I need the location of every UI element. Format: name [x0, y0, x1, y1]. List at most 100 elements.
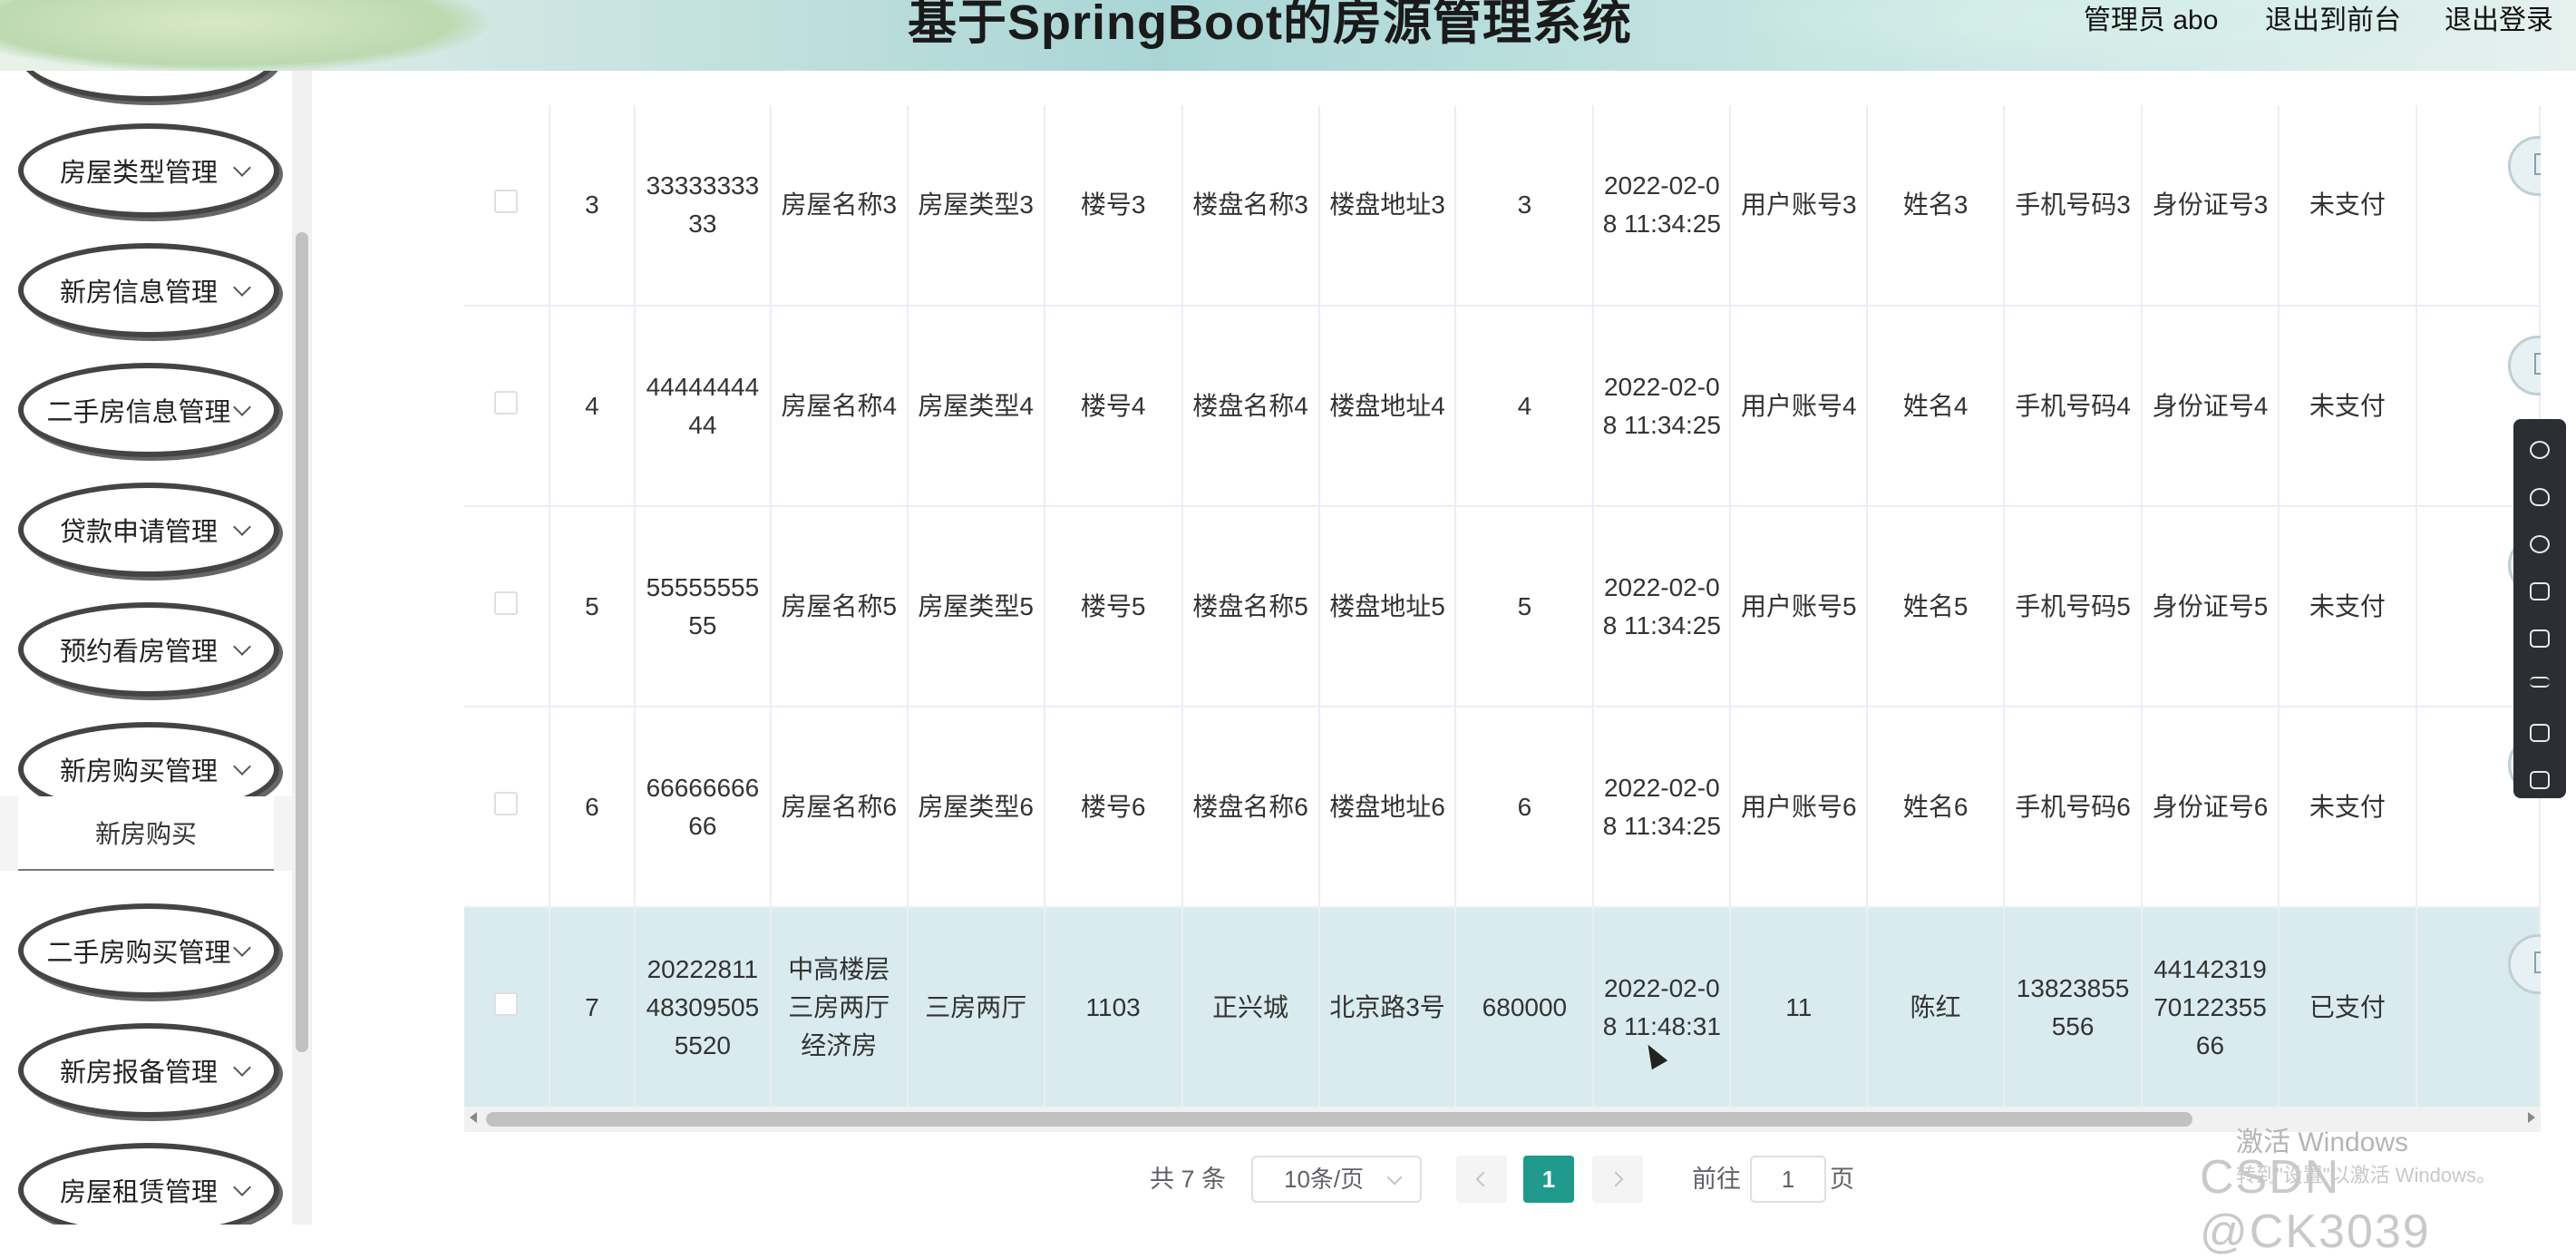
chevron-down-icon: [233, 398, 251, 416]
horizontal-scrollbar-thumb[interactable]: [486, 1112, 2192, 1127]
sidebar-scrollbar-thumb[interactable]: [296, 232, 308, 1052]
cell-estate-name: 楼盘名称4: [1181, 306, 1320, 507]
cell-status: 未支付: [2278, 506, 2417, 708]
cell-house-type: 房屋类型6: [907, 707, 1045, 908]
cell-house-name: 房屋名称3: [770, 105, 909, 307]
logout-link[interactable]: 退出登录: [2445, 2, 2553, 40]
sidebar-item-label: 二手房购买管理: [46, 939, 231, 968]
cell-estate-address: 楼盘地址4: [1318, 306, 1457, 507]
cell-id-card: 身份证号3: [2142, 105, 2280, 307]
sidebar-item-loan[interactable]: 贷款申请管理: [18, 483, 279, 577]
checkbox-icon[interactable]: [494, 791, 519, 815]
data-table: 3 3333333333 房屋名称3 房屋类型3 楼号3 楼盘名称3 楼盘地址3 3 2022-…: [464, 71, 2541, 1107]
sidebar-item-report[interactable]: 新房报备管理: [18, 1023, 279, 1117]
sidebar-item-label: 新房信息管理: [59, 278, 218, 307]
table-row[interactable]: 3 3333333333 房屋名称3 房屋类型3 楼号3 楼盘名称3 楼盘地址3 3 2022-…: [464, 105, 2541, 307]
cell-order-no: 20222811483095055520: [634, 907, 772, 1107]
sidebar-item-label: 新房购买管理: [59, 757, 218, 786]
cell-account: 用户账号4: [1730, 306, 1869, 507]
table-row[interactable]: 6 6666666666 房屋名称6 房屋类型6 楼号6 楼盘名称6 楼盘地址6 6 2022-…: [464, 707, 2541, 908]
translate-icon[interactable]: [2530, 724, 2550, 742]
cell-index: 4: [549, 306, 636, 507]
camera-icon[interactable]: [2530, 771, 2550, 789]
cell-building-no: 楼号3: [1044, 105, 1183, 307]
prev-page-button[interactable]: [1456, 1156, 1507, 1203]
cell-id-card: 身份证号5: [2142, 506, 2280, 708]
cell-estate-name: 楼盘名称5: [1181, 506, 1320, 708]
cell-estate-address: 楼盘地址3: [1318, 105, 1457, 307]
sidebar-item-label: 贷款申请管理: [59, 518, 218, 547]
submenu-new-purchase[interactable]: 新房购买: [18, 796, 274, 871]
current-user: 管理员 abo: [2084, 5, 2219, 35]
sidebar-item-rental[interactable]: 房屋租赁管理: [18, 1143, 279, 1225]
sidebar-item-partial[interactable]: [18, 71, 279, 102]
cell-index: 6: [549, 707, 636, 908]
back-to-front-link[interactable]: 退出到前台: [2265, 2, 2401, 40]
csdn-watermark: CSDN @CK3039: [2200, 1151, 2431, 1258]
cell-account: 用户账号3: [1730, 105, 1869, 307]
sidebar-item-new-house[interactable]: 新房信息管理: [18, 243, 279, 337]
cell-house-type: 房屋类型3: [907, 105, 1045, 307]
checkbox-icon[interactable]: [494, 590, 519, 615]
page-label: 页: [1830, 1166, 1854, 1193]
current-page-button[interactable]: 1: [1523, 1156, 1574, 1203]
sidebar-item-label: 房屋租赁管理: [59, 1178, 218, 1207]
cell-time: 2022-02-08 11:34:25: [1593, 306, 1732, 507]
cell-id-card: 441423197012235566: [2142, 907, 2280, 1107]
cell-phone: 手机号码6: [2004, 707, 2143, 908]
checkbox-icon[interactable]: [494, 190, 519, 213]
row-select-cell: [464, 907, 550, 1107]
checkbox-icon[interactable]: [494, 991, 519, 1016]
table-horizontal-scrollbar[interactable]: [464, 1107, 2541, 1132]
gauge-icon[interactable]: [2530, 535, 2550, 553]
row-select-cell: [464, 105, 550, 307]
cell-house-type: 房屋类型5: [907, 506, 1045, 708]
cell-name: 姓名4: [1867, 306, 2006, 507]
chevron-down-icon: [233, 1178, 251, 1196]
table-row[interactable]: 7 20222811483095055520 中高楼层三房两厅经济房 三房两厅 1103…: [464, 907, 2541, 1107]
cell-phone: 13823855556: [2004, 907, 2143, 1107]
cell-house-name: 房屋名称4: [770, 306, 909, 507]
cell-name: 姓名3: [1867, 105, 2006, 307]
header: 基于SpringBoot的房源管理系统 管理员 abo 退出到前台 退出登录: [0, 0, 2576, 71]
cell-order-no: 5555555555: [634, 506, 772, 708]
cell-price: 4: [1455, 306, 1595, 507]
cell-order-no: 4444444444: [634, 306, 772, 507]
video-icon[interactable]: [2530, 582, 2550, 600]
capture-icon[interactable]: [2530, 630, 2550, 648]
cell-building-no: 楼号4: [1044, 306, 1183, 507]
goto-page-input[interactable]: [1750, 1156, 1826, 1203]
sidebar: 房屋类型管理 新房信息管理 二手房信息管理 贷款申请管理 预约看房管理 新房购买…: [0, 71, 292, 1225]
flame-icon[interactable]: [2530, 488, 2550, 506]
row-select-cell: [464, 506, 550, 708]
scroll-left-icon[interactable]: [470, 1112, 477, 1123]
next-page-button[interactable]: [1592, 1156, 1643, 1203]
sidebar-item-second-hand[interactable]: 二手房信息管理: [18, 363, 279, 457]
cell-order-no: 3333333333: [634, 105, 772, 307]
zoom-icon[interactable]: [2530, 441, 2550, 459]
sidebar-item-viewing[interactable]: 预约看房管理: [18, 602, 279, 697]
sidebar-item-second-purchase[interactable]: 二手房购买管理: [18, 903, 279, 998]
table-row[interactable]: 5 5555555555 房屋名称5 房屋类型5 楼号5 楼盘名称5 楼盘地址5 5 2022-…: [464, 506, 2541, 708]
table-row[interactable]: 4 4444444444 房屋名称4 房屋类型4 楼号4 楼盘名称4 楼盘地址4 4 2022-…: [464, 306, 2541, 507]
checkbox-icon[interactable]: [494, 390, 519, 415]
cell-estate-name: 正兴城: [1181, 907, 1320, 1107]
cell-id-card: 身份证号6: [2142, 707, 2280, 908]
sidebar-item-house-type[interactable]: 房屋类型管理: [18, 123, 279, 218]
chevron-down-icon: [233, 939, 251, 957]
cell-name: 姓名6: [1867, 707, 2006, 908]
cell-index: 5: [549, 506, 636, 708]
swap-icon[interactable]: [2530, 677, 2550, 688]
cell-time: 2022-02-08 11:48:31: [1593, 907, 1732, 1107]
cell-phone: 手机号码5: [2004, 506, 2143, 708]
cell-house-name: 房屋名称6: [770, 707, 909, 908]
chevron-down-icon: [1386, 1169, 1403, 1186]
screen-record-toolbar[interactable]: [2513, 419, 2566, 798]
scroll-right-icon[interactable]: [2528, 1112, 2535, 1123]
page-size-value: 10条/页: [1284, 1166, 1365, 1193]
page-size-select[interactable]: 10条/页: [1251, 1156, 1422, 1203]
sidebar-item-label: 二手房信息管理: [46, 398, 231, 427]
chevron-down-icon: [233, 518, 251, 536]
cell-index: 3: [549, 105, 636, 307]
sidebar-item-label: 预约看房管理: [59, 638, 218, 667]
